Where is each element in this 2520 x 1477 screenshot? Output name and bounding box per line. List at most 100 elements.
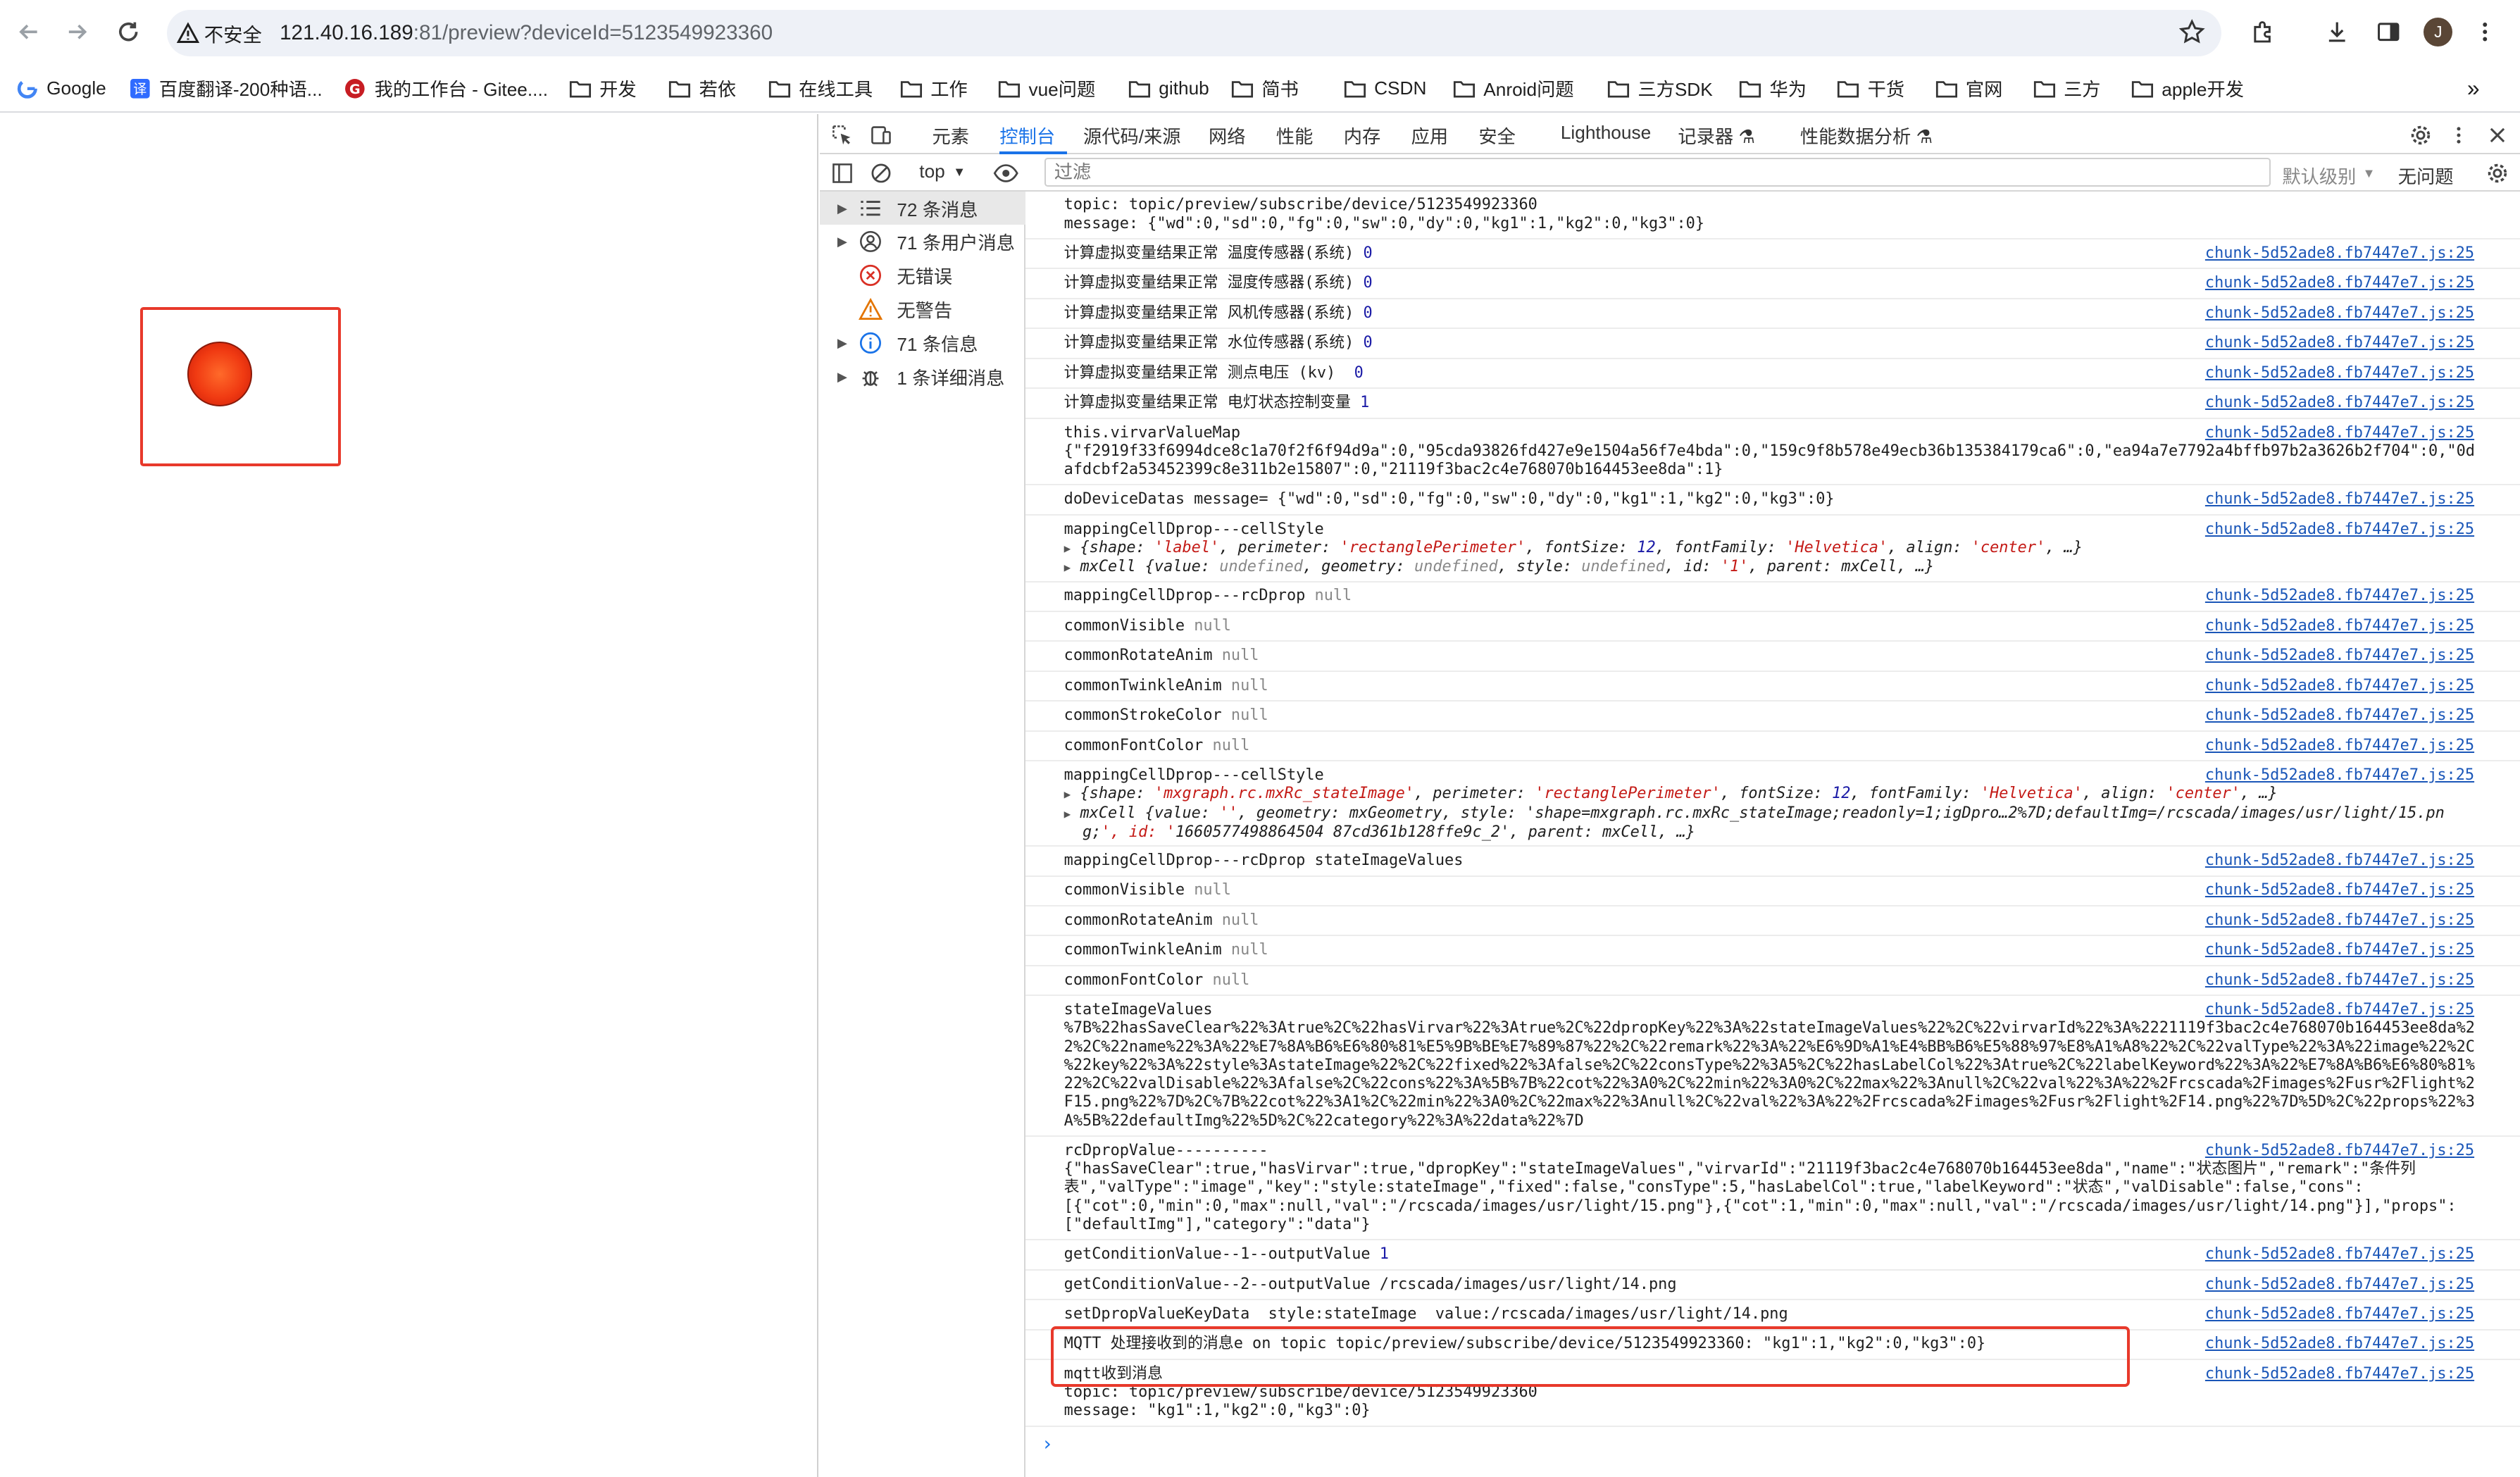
bookmark-item[interactable]: 译百度翻译-200种语... bbox=[129, 74, 323, 103]
back-icon[interactable] bbox=[13, 16, 45, 49]
source-link[interactable]: chunk-5d52ade8.fb7447e7.js:25 bbox=[2205, 1245, 2474, 1263]
expand-arrow-icon[interactable]: ▶ bbox=[837, 335, 847, 351]
sidebar-filter-item[interactable]: 无警告 bbox=[820, 292, 1025, 326]
inspect-element-icon[interactable] bbox=[830, 122, 856, 148]
console-settings-gear-icon[interactable] bbox=[2485, 161, 2511, 187]
source-link[interactable]: chunk-5d52ade8.fb7447e7.js:25 bbox=[2205, 521, 2474, 538]
console-message[interactable]: getConditionValue--1--outputValue 1 chunk… bbox=[1025, 1240, 2520, 1271]
source-link[interactable]: chunk-5d52ade8.fb7447e7.js:25 bbox=[2205, 617, 2474, 635]
source-link[interactable]: chunk-5d52ade8.fb7447e7.js:25 bbox=[2205, 587, 2474, 604]
bookmark-item[interactable]: apple开发 bbox=[2131, 74, 2244, 103]
console-message[interactable]: commonVisible null chunk-5d52ade8.fb7447e… bbox=[1025, 612, 2520, 642]
sidebar-filter-item[interactable]: 无错误 bbox=[820, 258, 1025, 292]
source-link[interactable]: chunk-5d52ade8.fb7447e7.js:25 bbox=[2205, 1305, 2474, 1323]
console-message[interactable]: commonRotateAnim null chunk-5d52ade8.fb74… bbox=[1025, 642, 2520, 672]
live-expression-eye-icon[interactable] bbox=[993, 161, 1019, 187]
source-link[interactable]: chunk-5d52ade8.fb7447e7.js:25 bbox=[2205, 1365, 2474, 1383]
devtools-tab[interactable]: 元素 bbox=[932, 122, 969, 149]
console-message[interactable]: commonFontColor null chunk-5d52ade8.fb744… bbox=[1025, 966, 2520, 997]
console-message[interactable]: commonTwinkleAnim null chunk-5d52ade8.fb7… bbox=[1025, 672, 2520, 702]
console-message[interactable]: 计算虚拟变量结果正常 电灯状态控制变量 1 chunk-5d52ade8.fb74… bbox=[1025, 389, 2520, 419]
bookmark-item[interactable]: 在线工具 bbox=[768, 74, 873, 103]
source-link[interactable]: chunk-5d52ade8.fb7447e7.js:25 bbox=[2205, 881, 2474, 899]
source-link[interactable]: chunk-5d52ade8.fb7447e7.js:25 bbox=[2205, 677, 2474, 694]
bookmark-item[interactable]: vue问题 bbox=[998, 74, 1095, 103]
devtools-tab[interactable]: 网络 bbox=[1209, 122, 1245, 149]
bookmark-star-icon[interactable] bbox=[2176, 16, 2209, 49]
more-bookmarks-icon[interactable]: » bbox=[2467, 74, 2480, 103]
console-message[interactable]: 计算虚拟变量结果正常 温度传感器(系统) 0 chunk-5d52ade8.fb7… bbox=[1025, 239, 2520, 270]
console-message[interactable]: mappingCellDprop---rcDprop stateImageVal… bbox=[1025, 847, 2520, 877]
clear-console-icon[interactable] bbox=[868, 161, 894, 187]
devtools-tab[interactable]: 源代码/来源 bbox=[1083, 122, 1180, 149]
source-link[interactable]: chunk-5d52ade8.fb7447e7.js:25 bbox=[2205, 647, 2474, 664]
bookmark-item[interactable]: 工作 bbox=[900, 74, 968, 103]
console-message[interactable]: 计算虚拟变量结果正常 湿度传感器(系统) 0 chunk-5d52ade8.fb7… bbox=[1025, 269, 2520, 299]
source-link[interactable]: chunk-5d52ade8.fb7447e7.js:25 bbox=[2205, 1142, 2474, 1159]
devtools-more-icon[interactable] bbox=[2446, 122, 2472, 148]
console-message[interactable]: doDeviceDatas message= {"wd":0,"sd":0,"f… bbox=[1025, 485, 2520, 516]
extensions-icon[interactable] bbox=[2247, 16, 2279, 49]
close-devtools-icon[interactable] bbox=[2485, 122, 2511, 148]
source-link[interactable]: chunk-5d52ade8.fb7447e7.js:25 bbox=[2205, 274, 2474, 292]
devtools-tab[interactable]: 性能数据分析 ⚗ bbox=[1800, 122, 1933, 149]
devtools-tab[interactable]: 内存 bbox=[1344, 122, 1380, 149]
expand-arrow-icon[interactable]: ▶ bbox=[837, 234, 847, 249]
device-toolbar-icon[interactable] bbox=[868, 122, 894, 148]
side-panel-icon[interactable] bbox=[2372, 16, 2404, 49]
console-message[interactable]: stateImageValues %7B%22hasSaveClear%22%3… bbox=[1025, 996, 2520, 1138]
console-message[interactable]: commonTwinkleAnim null chunk-5d52ade8.fb7… bbox=[1025, 936, 2520, 966]
bookmark-item[interactable]: 华为 bbox=[1739, 74, 1807, 103]
console-message[interactable]: commonStrokeColor null chunk-5d52ade8.fb7… bbox=[1025, 702, 2520, 732]
bookmark-item[interactable]: 若依 bbox=[668, 74, 736, 103]
source-link[interactable]: chunk-5d52ade8.fb7447e7.js:25 bbox=[2205, 394, 2474, 411]
context-selector[interactable]: top ▼ bbox=[919, 161, 966, 182]
console-message[interactable]: rcDpropValue---------- {"hasSaveClear":t… bbox=[1025, 1137, 2520, 1241]
devtools-tab[interactable]: 安全 bbox=[1478, 122, 1515, 149]
source-link[interactable]: chunk-5d52ade8.fb7447e7.js:25 bbox=[2205, 424, 2474, 442]
source-link[interactable]: chunk-5d52ade8.fb7447e7.js:25 bbox=[2205, 766, 2474, 784]
source-link[interactable]: chunk-5d52ade8.fb7447e7.js:25 bbox=[2205, 1276, 2474, 1293]
source-link[interactable]: chunk-5d52ade8.fb7447e7.js:25 bbox=[2205, 244, 2474, 262]
expand-arrow-icon[interactable]: ▶ bbox=[837, 201, 847, 216]
source-link[interactable]: chunk-5d52ade8.fb7447e7.js:25 bbox=[2205, 304, 2474, 322]
sidebar-filter-item[interactable]: ▶ 72 条消息 bbox=[819, 191, 1025, 225]
console-prompt-icon[interactable]: › bbox=[1042, 1433, 1053, 1455]
console-message[interactable]: commonRotateAnim null chunk-5d52ade8.fb74… bbox=[1025, 906, 2520, 937]
source-link[interactable]: chunk-5d52ade8.fb7447e7.js:25 bbox=[2205, 1001, 2474, 1018]
sidebar-toggle-icon[interactable] bbox=[830, 161, 856, 187]
source-link[interactable]: chunk-5d52ade8.fb7447e7.js:25 bbox=[2205, 852, 2474, 869]
console-filter-input[interactable] bbox=[1044, 157, 2271, 187]
bookmark-item[interactable]: github bbox=[1128, 74, 1209, 103]
source-link[interactable]: chunk-5d52ade8.fb7447e7.js:25 bbox=[2205, 706, 2474, 724]
devtools-tab[interactable]: 应用 bbox=[1411, 122, 1448, 149]
console-message[interactable]: 计算虚拟变量结果正常 风机传感器(系统) 0 chunk-5d52ade8.fb7… bbox=[1025, 299, 2520, 330]
console-message[interactable]: mappingCellDprop---rcDprop null chunk-5d5… bbox=[1025, 582, 2520, 612]
devtools-tab[interactable]: 性能 bbox=[1276, 122, 1313, 149]
console-message[interactable]: mappingCellDprop---cellStyle ▶ {shape: '… bbox=[1025, 516, 2520, 582]
bookmark-item[interactable]: 干货 bbox=[1837, 74, 1904, 103]
bookmark-item[interactable]: Anroid问题 bbox=[1453, 74, 1574, 103]
devtools-tab[interactable]: 控制台 bbox=[999, 122, 1055, 149]
source-link[interactable]: chunk-5d52ade8.fb7447e7.js:25 bbox=[2205, 737, 2474, 754]
source-link[interactable]: chunk-5d52ade8.fb7447e7.js:25 bbox=[2205, 941, 2474, 959]
bookmark-item[interactable]: 开发 bbox=[569, 74, 637, 103]
console-message[interactable]: 计算虚拟变量结果正常 水位传感器(系统) 0 chunk-5d52ade8.fb7… bbox=[1025, 329, 2520, 359]
console-message[interactable]: topic: topic/preview/subscribe/device/51… bbox=[1025, 192, 2520, 239]
more-menu-icon[interactable] bbox=[2469, 16, 2501, 49]
source-link[interactable]: chunk-5d52ade8.fb7447e7.js:25 bbox=[2205, 334, 2474, 351]
issues-counter[interactable]: 无问题 bbox=[2398, 162, 2454, 189]
bookmark-item[interactable]: 三方 bbox=[2033, 74, 2101, 103]
reload-icon[interactable] bbox=[113, 16, 145, 49]
console-message[interactable]: getConditionValue--2--outputValue /rcsca… bbox=[1025, 1271, 2520, 1301]
source-link[interactable]: chunk-5d52ade8.fb7447e7.js:25 bbox=[2205, 1335, 2474, 1352]
bookmark-item[interactable]: 官网 bbox=[1935, 74, 2002, 103]
sidebar-filter-item[interactable]: ▶ 71 条信息 bbox=[820, 326, 1025, 360]
light-indicator[interactable] bbox=[187, 342, 252, 406]
source-link[interactable]: chunk-5d52ade8.fb7447e7.js:25 bbox=[2205, 971, 2474, 989]
security-indicator[interactable]: 不安全 bbox=[177, 15, 262, 51]
console-message[interactable]: 计算虚拟变量结果正常 测点电压 (kv) 0 chunk-5d52ade8.fb7… bbox=[1025, 359, 2520, 389]
source-link[interactable]: chunk-5d52ade8.fb7447e7.js:25 bbox=[2205, 490, 2474, 508]
sidebar-filter-item[interactable]: ▶ 71 条用户消息 bbox=[820, 225, 1025, 258]
bookmark-item[interactable]: 简书 bbox=[1231, 74, 1299, 103]
